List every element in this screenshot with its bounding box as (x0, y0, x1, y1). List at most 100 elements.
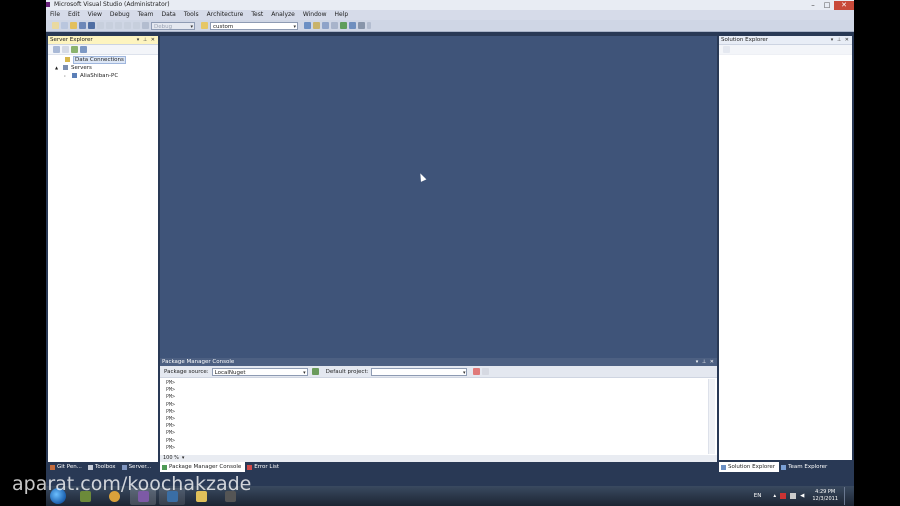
find-icon[interactable] (201, 22, 208, 29)
menu-help[interactable]: Help (331, 10, 353, 20)
show-desktop-button[interactable] (844, 487, 850, 505)
console-scrollbar[interactable] (708, 379, 715, 454)
refresh-icon[interactable] (53, 46, 60, 53)
object-browser-icon[interactable] (322, 22, 329, 29)
panel-buttons[interactable]: ▾ ⊥ ✕ (696, 358, 715, 366)
package-manager-toolbar: Package source: LocalNuget ▾ Default pro… (160, 366, 717, 378)
properties-icon[interactable] (723, 46, 730, 53)
properties-icon[interactable] (313, 22, 320, 29)
toolbox-icon[interactable] (331, 22, 338, 29)
clock[interactable]: 4:29 PM 12/3/2011 (812, 489, 838, 503)
expander-icon[interactable]: ▹ (64, 72, 72, 80)
menu-tools[interactable]: Tools (180, 10, 203, 20)
visual-studio-window: Microsoft Visual Studio (Administrator) … (46, 0, 854, 486)
flag-icon[interactable] (780, 493, 787, 499)
chevron-down-icon: ▾ (190, 23, 193, 30)
caption-buttons: – □ ✕ (806, 0, 854, 10)
letterbox-left (0, 0, 46, 506)
package-icon (162, 464, 167, 470)
extension-manager-icon[interactable] (340, 22, 347, 29)
menu-data[interactable]: Data (158, 10, 180, 20)
menu-team[interactable]: Team (134, 10, 158, 20)
menu-view[interactable]: View (84, 10, 106, 20)
tab-error-list[interactable]: Error List (245, 462, 283, 472)
new-project-icon[interactable] (52, 22, 59, 29)
console-status-bar: 100 % ▾ (160, 455, 717, 462)
tab-solution-explorer[interactable]: Solution Explorer (719, 462, 780, 472)
zoom-chevron-icon[interactable]: ▾ (182, 455, 185, 462)
save-icon[interactable] (79, 22, 86, 29)
tray-chevron-icon[interactable]: ▴ (773, 493, 776, 499)
cut-icon[interactable] (97, 22, 104, 29)
solution-explorer-icon[interactable] (304, 22, 311, 29)
toolbox-icon (87, 464, 93, 470)
copy-icon[interactable] (106, 22, 113, 29)
tab-team-explorer[interactable]: Team Explorer (779, 462, 831, 472)
tree-label: Data Connections (73, 56, 126, 64)
console-prompt: PM> (166, 408, 176, 415)
volume-icon[interactable]: ◀ (800, 493, 804, 499)
menu-debug[interactable]: Debug (106, 10, 134, 20)
tree-item-data-connections[interactable]: Data Connections (53, 56, 158, 64)
tab-label: Solution Explorer (728, 464, 776, 470)
bottom-tool-tabs: Package Manager Console Error List (160, 462, 717, 472)
connect-server-icon[interactable] (80, 46, 87, 53)
menu-edit[interactable]: Edit (64, 10, 84, 20)
minimize-button[interactable]: – (806, 1, 820, 10)
tab-toolbox[interactable]: Toolbox (86, 462, 120, 472)
find-combo[interactable]: custom ▾ (210, 21, 298, 30)
save-all-icon[interactable] (88, 22, 95, 29)
solution-explorer-header[interactable]: Solution Explorer ▾ ⊥ ✕ (719, 36, 852, 45)
connect-database-icon[interactable] (71, 46, 78, 53)
close-button[interactable]: ✕ (834, 0, 854, 10)
redo-icon[interactable] (133, 22, 140, 29)
add-item-icon[interactable] (61, 22, 68, 29)
tab-git-pending[interactable]: Git Pen... (48, 462, 86, 472)
package-manager-title: Package Manager Console (162, 359, 235, 365)
zoom-level[interactable]: 100 % (163, 455, 179, 462)
console-output[interactable]: PM> PM> PM> PM> PM> PM> PM> PM> PM> PM> (166, 380, 706, 452)
start-debug-icon[interactable] (142, 22, 149, 29)
left-tool-tabs: Git Pen... Toolbox Server... (48, 462, 158, 472)
console-prompt: PM> (166, 380, 176, 386)
menu-analyze[interactable]: Analyze (267, 10, 299, 20)
tab-package-manager-console[interactable]: Package Manager Console (160, 462, 246, 472)
menu-file[interactable]: File (46, 10, 64, 20)
tab-server-explorer[interactable]: Server... (120, 462, 156, 472)
clear-console-icon[interactable] (482, 368, 490, 375)
tree-item-computer[interactable]: ▹ AliaShiban-PC (53, 72, 158, 80)
tab-label: Server... (128, 464, 152, 470)
editor-area (160, 36, 717, 358)
undo-icon[interactable] (124, 22, 131, 29)
panel-buttons[interactable]: ▾ ⊥ ✕ (831, 36, 850, 44)
menu-window[interactable]: Window (299, 10, 331, 20)
command-window-icon[interactable] (358, 22, 365, 29)
team-icon (781, 464, 787, 470)
find-value: custom (213, 23, 234, 30)
paste-icon[interactable] (115, 22, 122, 29)
panel-buttons[interactable]: ▾ ⊥ ✕ (137, 36, 156, 44)
network-icon[interactable] (790, 493, 797, 499)
tab-label: Team Explorer (788, 464, 828, 470)
toolbar-options-icon[interactable] (367, 22, 371, 29)
expander-icon[interactable]: ▲ (55, 64, 63, 72)
open-file-icon[interactable] (70, 22, 77, 29)
menu-architecture[interactable]: Architecture (203, 10, 248, 20)
package-source-combo[interactable]: LocalNuget ▾ (211, 367, 308, 376)
tree-item-servers[interactable]: ▲ Servers (53, 64, 158, 72)
watermark: aparat.com/koochakzade (12, 473, 252, 495)
stop-command-icon[interactable] (473, 368, 481, 375)
stop-refresh-icon[interactable] (62, 46, 69, 53)
default-project-combo[interactable]: ▾ (371, 367, 468, 376)
start-page-icon[interactable] (349, 22, 356, 29)
server-explorer-header[interactable]: Server Explorer ▾ ⊥ ✕ (48, 36, 158, 45)
config-value: Debug (154, 23, 173, 30)
letterbox-right (854, 0, 900, 506)
console-prompt: PM> (166, 430, 176, 437)
solution-config-combo[interactable]: Debug ▾ (151, 21, 195, 30)
package-manager-header[interactable]: Package Manager Console ▾ ⊥ ✕ (160, 358, 717, 366)
package-settings-icon[interactable] (311, 368, 319, 375)
language-indicator[interactable]: EN (754, 493, 762, 499)
maximize-button[interactable]: □ (820, 1, 834, 10)
menu-test[interactable]: Test (247, 10, 267, 20)
